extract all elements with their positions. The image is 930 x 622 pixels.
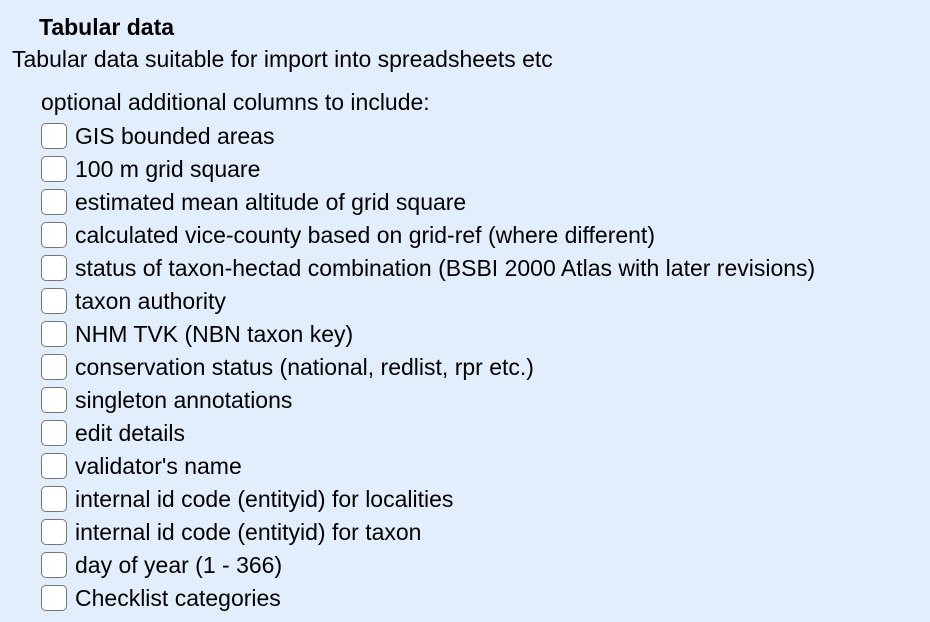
checkbox[interactable] — [41, 320, 67, 347]
checkbox[interactable] — [41, 122, 67, 149]
option-label: NHM TVK (NBN taxon key) — [75, 320, 354, 347]
checkbox[interactable] — [41, 584, 67, 611]
option-label: Checklist categories — [75, 584, 281, 611]
section-description: Tabular data suitable for import into sp… — [12, 46, 553, 72]
checkbox[interactable] — [41, 551, 67, 578]
option-row[interactable]: singleton annotations — [41, 383, 815, 416]
option-row[interactable]: internal id code (entityid) for taxon — [41, 515, 815, 548]
option-row[interactable]: Checklist categories — [41, 581, 815, 614]
option-label: edit details — [75, 419, 185, 446]
checkbox[interactable] — [41, 518, 67, 545]
option-label: 100 m grid square — [75, 155, 261, 182]
option-label: calculated vice-county based on grid-ref… — [75, 221, 655, 248]
checkbox[interactable] — [41, 254, 67, 281]
option-label: conservation status (national, redlist, … — [75, 353, 534, 380]
option-list: GIS bounded areas 100 m grid square estima… — [41, 119, 815, 614]
option-row[interactable]: internal id code (entityid) for localiti… — [41, 482, 815, 515]
checkbox[interactable] — [41, 155, 67, 182]
option-label: estimated mean altitude of grid square — [75, 188, 467, 215]
option-label: validator's name — [75, 452, 242, 479]
checkbox[interactable] — [41, 419, 67, 446]
option-row[interactable]: day of year (1 - 366) — [41, 548, 815, 581]
option-row[interactable]: conservation status (national, redlist, … — [41, 350, 815, 383]
checkbox[interactable] — [41, 287, 67, 314]
checkbox[interactable] — [41, 353, 67, 380]
option-row[interactable]: estimated mean altitude of grid square — [41, 185, 815, 218]
option-row[interactable]: 100 m grid square — [41, 152, 815, 185]
option-label: internal id code (entityid) for localiti… — [75, 485, 454, 512]
option-label: status of taxon-hectad combination (BSBI… — [75, 254, 816, 281]
option-label: taxon authority — [75, 287, 226, 314]
option-row[interactable]: GIS bounded areas — [41, 119, 815, 152]
checkbox[interactable] — [41, 386, 67, 413]
option-row[interactable]: taxon authority — [41, 284, 815, 317]
checkbox[interactable] — [41, 485, 67, 512]
checkbox[interactable] — [41, 188, 67, 215]
checkbox[interactable] — [41, 221, 67, 248]
option-row[interactable]: edit details — [41, 416, 815, 449]
option-label: GIS bounded areas — [75, 122, 275, 149]
tabular-data-panel: Tabular data Tabular data suitable for i… — [0, 0, 930, 622]
option-row[interactable]: status of taxon-hectad combination (BSBI… — [41, 251, 815, 284]
option-row[interactable]: calculated vice-county based on grid-ref… — [41, 218, 815, 251]
option-label: internal id code (entityid) for taxon — [75, 518, 422, 545]
option-label: singleton annotations — [75, 386, 293, 413]
option-row[interactable]: NHM TVK (NBN taxon key) — [41, 317, 815, 350]
option-row[interactable]: validator's name — [41, 449, 815, 482]
checkbox[interactable] — [41, 452, 67, 479]
option-label: day of year (1 - 366) — [75, 551, 283, 578]
options-label: optional additional columns to include: — [41, 89, 430, 115]
section-title: Tabular data — [39, 14, 175, 40]
